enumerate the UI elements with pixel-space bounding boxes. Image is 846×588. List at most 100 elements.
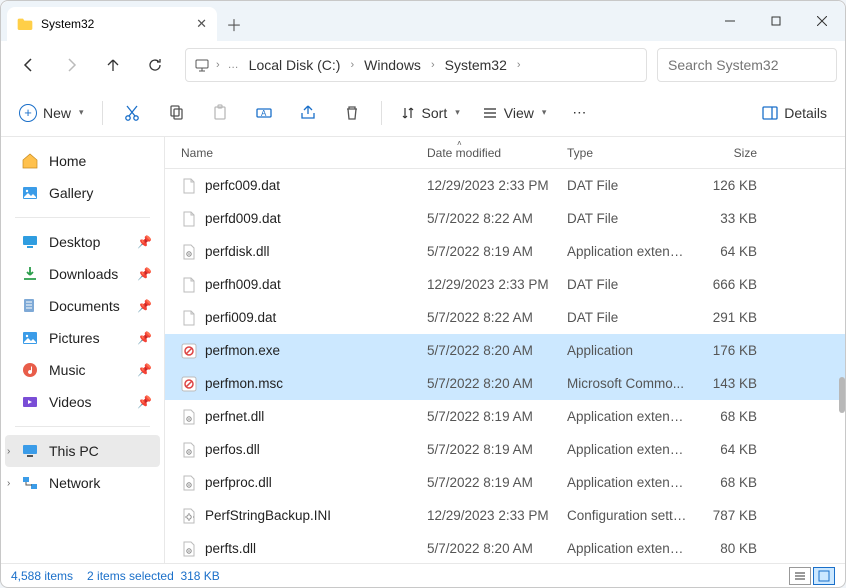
- file-row[interactable]: perfmon.exe5/7/2022 8:20 AMApplication17…: [165, 334, 845, 367]
- breadcrumb-seg-0[interactable]: Local Disk (C:): [245, 57, 345, 73]
- file-type: DAT File: [567, 277, 687, 292]
- file-row[interactable]: perfd009.dat5/7/2022 8:22 AMDAT File33 K…: [165, 202, 845, 235]
- column-type[interactable]: Type: [567, 146, 687, 160]
- chevron-right-icon[interactable]: ›: [7, 446, 10, 457]
- view-button[interactable]: View ▾: [474, 96, 555, 130]
- file-date: 5/7/2022 8:22 AM: [427, 211, 567, 226]
- column-date[interactable]: Date modified: [427, 146, 567, 160]
- view-label: View: [504, 105, 534, 121]
- view-details-toggle[interactable]: [813, 567, 835, 585]
- gallery-icon: [21, 184, 39, 202]
- close-button[interactable]: [799, 1, 845, 41]
- file-type: DAT File: [567, 211, 687, 226]
- file-name: perfnet.dll: [181, 409, 427, 425]
- folder-icon: [17, 17, 33, 31]
- file-name: perfdisk.dll: [181, 244, 427, 260]
- file-row[interactable]: perfos.dll5/7/2022 8:19 AMApplication ex…: [165, 433, 845, 466]
- sort-button[interactable]: Sort ▾: [392, 96, 468, 130]
- file-date: 5/7/2022 8:19 AM: [427, 244, 567, 259]
- file-row[interactable]: perfproc.dll5/7/2022 8:19 AMApplication …: [165, 466, 845, 499]
- copy-button[interactable]: [157, 96, 195, 130]
- breadcrumb-overflow[interactable]: …: [226, 59, 241, 71]
- status-total: 4,588 items: [11, 569, 73, 583]
- sidebar-item-documents[interactable]: Documents 📌: [5, 290, 160, 322]
- file-name: perfc009.dat: [181, 178, 427, 194]
- breadcrumb-seg-1[interactable]: Windows: [360, 57, 425, 73]
- status-selected: 2 items selected 318 KB: [87, 569, 220, 583]
- chevron-right-icon[interactable]: ›: [429, 59, 437, 71]
- sidebar-label: Network: [49, 475, 100, 491]
- address-bar[interactable]: › … Local Disk (C:) › Windows › System32…: [185, 48, 647, 82]
- body: Home Gallery Desktop 📌 Downloads 📌 Docum…: [1, 137, 845, 563]
- details-icon: [762, 105, 778, 121]
- window-tab[interactable]: System32 ✕: [7, 7, 217, 41]
- file-row[interactable]: perfdisk.dll5/7/2022 8:19 AMApplication …: [165, 235, 845, 268]
- chevron-down-icon: ▾: [542, 107, 547, 118]
- file-row[interactable]: perfnet.dll5/7/2022 8:19 AMApplication e…: [165, 400, 845, 433]
- cut-button[interactable]: [113, 96, 151, 130]
- file-row[interactable]: perfmon.msc5/7/2022 8:20 AMMicrosoft Com…: [165, 367, 845, 400]
- new-tab-button[interactable]: ＋: [217, 7, 251, 41]
- navigation-pane: Home Gallery Desktop 📌 Downloads 📌 Docum…: [1, 137, 165, 563]
- sidebar-item-gallery[interactable]: Gallery: [5, 177, 160, 209]
- minimize-button[interactable]: [707, 1, 753, 41]
- file-size: 68 KB: [687, 475, 767, 490]
- breadcrumb-seg-2[interactable]: System32: [441, 57, 511, 73]
- sidebar-label: Videos: [49, 394, 92, 410]
- nav-bar: › … Local Disk (C:) › Windows › System32…: [1, 41, 845, 89]
- sidebar-item-downloads[interactable]: Downloads 📌: [5, 258, 160, 290]
- sidebar-label: Gallery: [49, 185, 93, 201]
- sidebar-item-this-pc[interactable]: › This PC: [5, 435, 160, 467]
- sidebar-item-videos[interactable]: Videos 📌: [5, 386, 160, 418]
- sidebar-item-network[interactable]: › Network: [5, 467, 160, 499]
- more-button[interactable]: ⋯: [560, 96, 598, 130]
- scrollbar-thumb[interactable]: [839, 377, 845, 413]
- sidebar-item-music[interactable]: Music 📌: [5, 354, 160, 386]
- file-type: DAT File: [567, 178, 687, 193]
- file-row[interactable]: PerfStringBackup.INI12/29/2023 2:33 PMCo…: [165, 499, 845, 532]
- file-row[interactable]: perfi009.dat5/7/2022 8:22 AMDAT File291 …: [165, 301, 845, 334]
- file-date: 5/7/2022 8:20 AM: [427, 376, 567, 391]
- file-row[interactable]: perfts.dll5/7/2022 8:20 AMApplication ex…: [165, 532, 845, 563]
- sidebar-item-home[interactable]: Home: [5, 145, 160, 177]
- view-list-toggle[interactable]: [789, 567, 811, 585]
- sidebar-item-pictures[interactable]: Pictures 📌: [5, 322, 160, 354]
- column-name[interactable]: Name: [181, 146, 427, 160]
- paste-button[interactable]: [201, 96, 239, 130]
- window-controls: [707, 1, 845, 41]
- tab-title: System32: [41, 17, 94, 31]
- chevron-right-icon[interactable]: ›: [214, 59, 222, 71]
- file-row[interactable]: perfh009.dat12/29/2023 2:33 PMDAT File66…: [165, 268, 845, 301]
- download-icon: [21, 265, 39, 283]
- search-input[interactable]: [668, 57, 826, 73]
- new-button[interactable]: + New ▾: [11, 96, 92, 130]
- delete-button[interactable]: [333, 96, 371, 130]
- back-button[interactable]: [9, 47, 49, 83]
- file-date: 5/7/2022 8:19 AM: [427, 475, 567, 490]
- forward-button[interactable]: [51, 47, 91, 83]
- file-date: 5/7/2022 8:20 AM: [427, 541, 567, 556]
- chevron-right-icon[interactable]: ›: [348, 59, 356, 71]
- sidebar-label: Pictures: [49, 330, 100, 346]
- maximize-button[interactable]: [753, 1, 799, 41]
- refresh-button[interactable]: [135, 47, 175, 83]
- rename-button[interactable]: A: [245, 96, 283, 130]
- chevron-right-icon[interactable]: ›: [7, 478, 10, 489]
- details-pane-button[interactable]: Details: [754, 96, 835, 130]
- search-box[interactable]: [657, 48, 837, 82]
- file-size: 666 KB: [687, 277, 767, 292]
- file-type: DAT File: [567, 310, 687, 325]
- music-icon: [21, 361, 39, 379]
- sidebar-item-desktop[interactable]: Desktop 📌: [5, 226, 160, 258]
- file-rows: perfc009.dat12/29/2023 2:33 PMDAT File12…: [165, 169, 845, 563]
- tab-close-button[interactable]: ✕: [196, 16, 207, 32]
- file-row[interactable]: perfc009.dat12/29/2023 2:33 PMDAT File12…: [165, 169, 845, 202]
- pc-icon: [194, 57, 210, 73]
- chevron-right-icon[interactable]: ›: [515, 59, 523, 71]
- column-size[interactable]: Size: [687, 146, 767, 160]
- share-button[interactable]: [289, 96, 327, 130]
- file-date: 5/7/2022 8:19 AM: [427, 409, 567, 424]
- file-type: Application: [567, 343, 687, 358]
- up-button[interactable]: [93, 47, 133, 83]
- file-date: 12/29/2023 2:33 PM: [427, 277, 567, 292]
